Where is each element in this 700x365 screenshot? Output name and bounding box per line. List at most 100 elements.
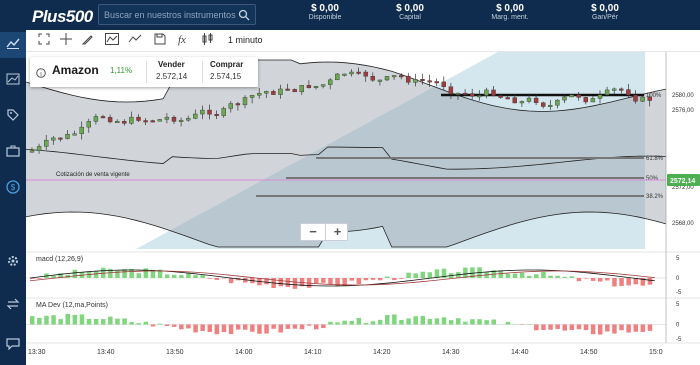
histogram-bar: [569, 276, 575, 278]
account-pnl: $ 0,00 Gan/Pér: [565, 3, 645, 21]
histogram-bar: [271, 324, 276, 329]
histogram-bar: [349, 320, 354, 325]
histogram-bar: [72, 269, 78, 278]
candle: [498, 95, 503, 98]
candle: [335, 73, 340, 81]
histogram-bar: [193, 324, 198, 333]
search-box[interactable]: [98, 4, 256, 25]
histogram-bar: [434, 269, 440, 278]
histogram-bar: [264, 324, 269, 334]
histogram-bar: [498, 270, 504, 278]
sidebar-orders[interactable]: [0, 104, 26, 130]
fib-label: 38.2%: [646, 194, 664, 200]
histogram-bar: [37, 317, 42, 325]
sell-label[interactable]: Vender: [158, 60, 185, 69]
histogram-bar: [590, 324, 596, 335]
histogram-bar: [633, 324, 638, 332]
zoom-out-button[interactable]: −: [301, 224, 325, 240]
account-equity: $ 0,00 Capital: [370, 3, 450, 21]
account-value: $ 0,00: [311, 3, 339, 14]
sidebar-transfer[interactable]: [0, 293, 26, 319]
candle: [185, 118, 191, 121]
histogram-bar: [164, 274, 170, 278]
histogram-bar: [590, 278, 596, 281]
crosshair-button[interactable]: [58, 33, 74, 49]
search-icon[interactable]: [238, 8, 250, 26]
histogram-bar: [399, 319, 404, 325]
candle: [65, 133, 70, 139]
account-label: Marg. ment.: [491, 14, 529, 21]
sidebar-portfolio[interactable]: [0, 140, 26, 166]
transfer-icon: [6, 297, 20, 315]
histogram-bar: [605, 324, 610, 332]
histogram-bar: [150, 324, 156, 327]
candle: [427, 80, 432, 83]
histogram-bar: [605, 278, 610, 281]
histogram-bar: [122, 269, 127, 278]
candle: [136, 116, 141, 121]
sell-price[interactable]: 2.572,14: [156, 72, 187, 81]
candle-button[interactable]: [200, 32, 216, 49]
buy-price[interactable]: 2.574,15: [210, 72, 241, 81]
histogram-bar: [65, 313, 70, 325]
histogram-bar: [314, 278, 319, 284]
candle: [264, 91, 269, 94]
indicators-button[interactable]: [127, 33, 143, 49]
histogram-bar: [534, 324, 539, 331]
chart-type-button[interactable]: [104, 33, 120, 49]
fib-label: 50%: [646, 176, 659, 182]
sidebar: $: [0, 30, 26, 365]
histogram-bar: [569, 324, 575, 331]
candle: [79, 126, 84, 134]
sidebar-funds[interactable]: $: [0, 176, 26, 202]
account-value: $ 0,00: [396, 3, 424, 14]
sidebar-chat[interactable]: [0, 333, 26, 359]
candle: [562, 96, 567, 101]
x-tick-label: 13:30: [28, 349, 46, 356]
histogram-bar: [292, 324, 298, 329]
sidebar-chart[interactable]: [0, 32, 26, 58]
account-value: $ 0,00: [496, 3, 524, 14]
candle: [370, 76, 375, 81]
histogram-bar: [79, 314, 85, 325]
histogram-bar: [101, 319, 106, 325]
histogram-bar: [541, 271, 546, 278]
histogram-bar: [527, 275, 532, 278]
candle: [221, 108, 226, 116]
sidebar-instruments[interactable]: [0, 68, 26, 94]
histogram-bar: [555, 324, 560, 329]
histogram-bar: [619, 324, 624, 331]
histogram-bar: [370, 278, 376, 280]
histogram-bar: [115, 318, 120, 325]
x-tick-label: 14:50: [580, 349, 598, 356]
y-tick-label: 2576,00: [672, 108, 694, 114]
info-icon[interactable]: i: [36, 65, 46, 83]
zoom-in-button[interactable]: +: [325, 224, 349, 240]
histogram-bar: [356, 317, 362, 325]
sidebar-settings[interactable]: [0, 250, 26, 276]
search-input[interactable]: [104, 7, 236, 23]
candle: [406, 75, 411, 83]
histogram-bar: [377, 278, 383, 281]
candle: [533, 97, 539, 103]
histogram-bar: [186, 324, 191, 329]
buy-label[interactable]: Comprar: [210, 60, 243, 69]
candle: [391, 75, 397, 78]
fullscreen-button[interactable]: [36, 33, 52, 49]
histogram-bar: [321, 324, 326, 329]
x-tick-label: 13:50: [166, 349, 184, 356]
candle: [320, 84, 326, 87]
divider: [146, 61, 147, 83]
function-button[interactable]: fx: [176, 33, 192, 49]
timeframe-selector[interactable]: 1 minuto: [228, 35, 263, 45]
zoom-control: − +: [300, 223, 348, 241]
save-icon: [154, 32, 166, 50]
top-bar: Plus500 $ 0,00 Disponible $ 0,00 Capital…: [0, 0, 700, 30]
price-chart[interactable]: 100%61.8%50%38.2%Cotización de venta vig…: [26, 52, 700, 365]
draw-button[interactable]: [80, 33, 96, 49]
histogram-bar: [356, 278, 362, 285]
save-button[interactable]: [152, 33, 168, 49]
histogram-bar: [37, 278, 42, 279]
candle: [271, 91, 276, 95]
histogram-bar: [214, 324, 220, 335]
